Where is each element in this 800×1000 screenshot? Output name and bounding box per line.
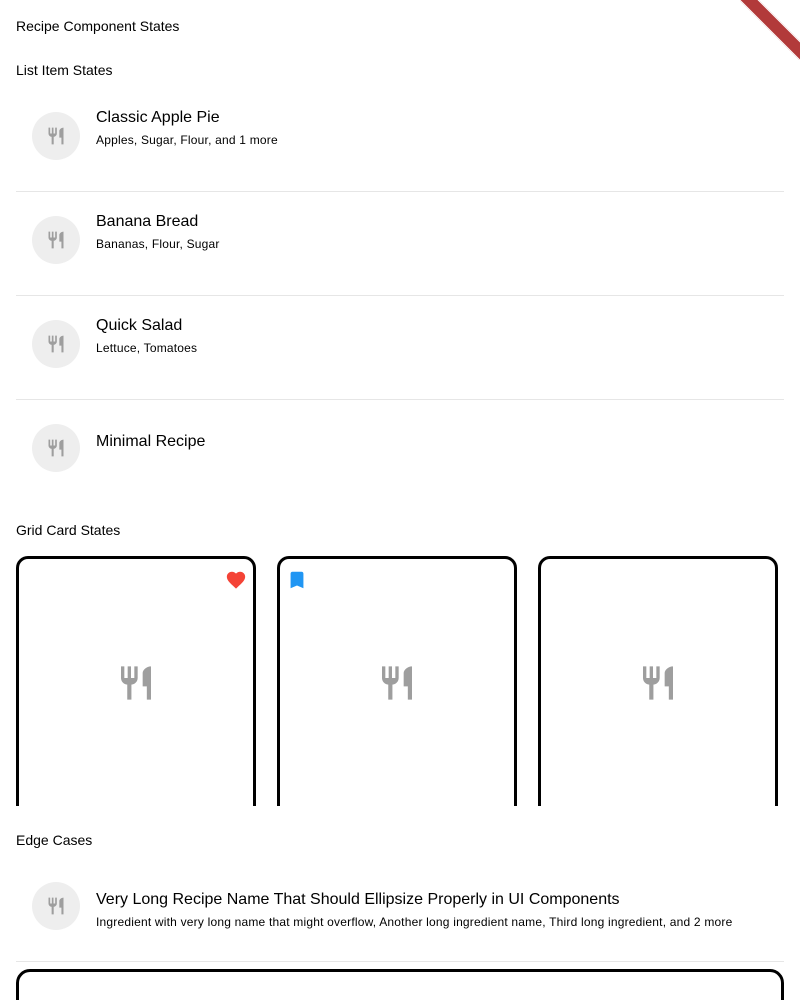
- recipe-title: Very Long Recipe Name That Should Ellips…: [96, 891, 620, 908]
- list-item-banana-bread[interactable]: Banana Bread Bananas, Flour, Sugar: [16, 192, 784, 296]
- recipe-title: Minimal Recipe: [96, 433, 206, 450]
- recipe-avatar: [32, 882, 80, 930]
- edge-grid-card[interactable]: [16, 969, 784, 1000]
- restaurant-icon: [382, 666, 412, 700]
- debug-ribbon: [740, 0, 800, 60]
- bookmark-icon[interactable]: [286, 569, 308, 591]
- grid-card-default[interactable]: [538, 556, 778, 806]
- recipe-grid: [16, 556, 784, 806]
- grid-card-favorite[interactable]: [16, 556, 256, 806]
- edge-section-title: Edge Cases: [16, 832, 93, 848]
- list-item-classic-apple-pie[interactable]: Classic Apple Pie Apples, Sugar, Flour, …: [16, 88, 784, 192]
- recipe-ingredients: Bananas, Flour, Sugar: [96, 237, 220, 251]
- restaurant-icon: [48, 439, 64, 457]
- recipe-ingredients: Lettuce, Tomatoes: [96, 341, 198, 355]
- recipe-title: Classic Apple Pie: [96, 109, 220, 126]
- recipe-ingredients: Ingredient with very long name that migh…: [96, 915, 733, 929]
- recipe-title: Banana Bread: [96, 213, 199, 230]
- favorite-heart-icon[interactable]: [225, 569, 247, 591]
- recipe-ingredients: Apples, Sugar, Flour, and 1 more: [96, 133, 278, 147]
- restaurant-icon: [48, 335, 64, 353]
- page-title: Recipe Component States: [16, 18, 180, 34]
- recipe-avatar: [32, 424, 80, 472]
- restaurant-icon: [643, 666, 673, 700]
- grid-section-title: Grid Card States: [16, 522, 121, 538]
- list-item-long-recipe[interactable]: Very Long Recipe Name That Should Ellips…: [16, 858, 784, 962]
- recipe-avatar: [32, 320, 80, 368]
- restaurant-icon: [48, 231, 64, 249]
- recipe-avatar: [32, 112, 80, 160]
- recipe-avatar: [32, 216, 80, 264]
- restaurant-icon: [48, 897, 64, 915]
- list-item-quick-salad[interactable]: Quick Salad Lettuce, Tomatoes: [16, 296, 784, 400]
- grid-card-bookmarked[interactable]: [277, 556, 517, 806]
- debug-banner: [740, 0, 800, 60]
- recipe-title: Quick Salad: [96, 317, 183, 334]
- list-item-minimal-recipe[interactable]: Minimal Recipe: [16, 400, 784, 504]
- list-section-title: List Item States: [16, 62, 113, 78]
- restaurant-icon: [48, 127, 64, 145]
- restaurant-icon: [121, 666, 151, 700]
